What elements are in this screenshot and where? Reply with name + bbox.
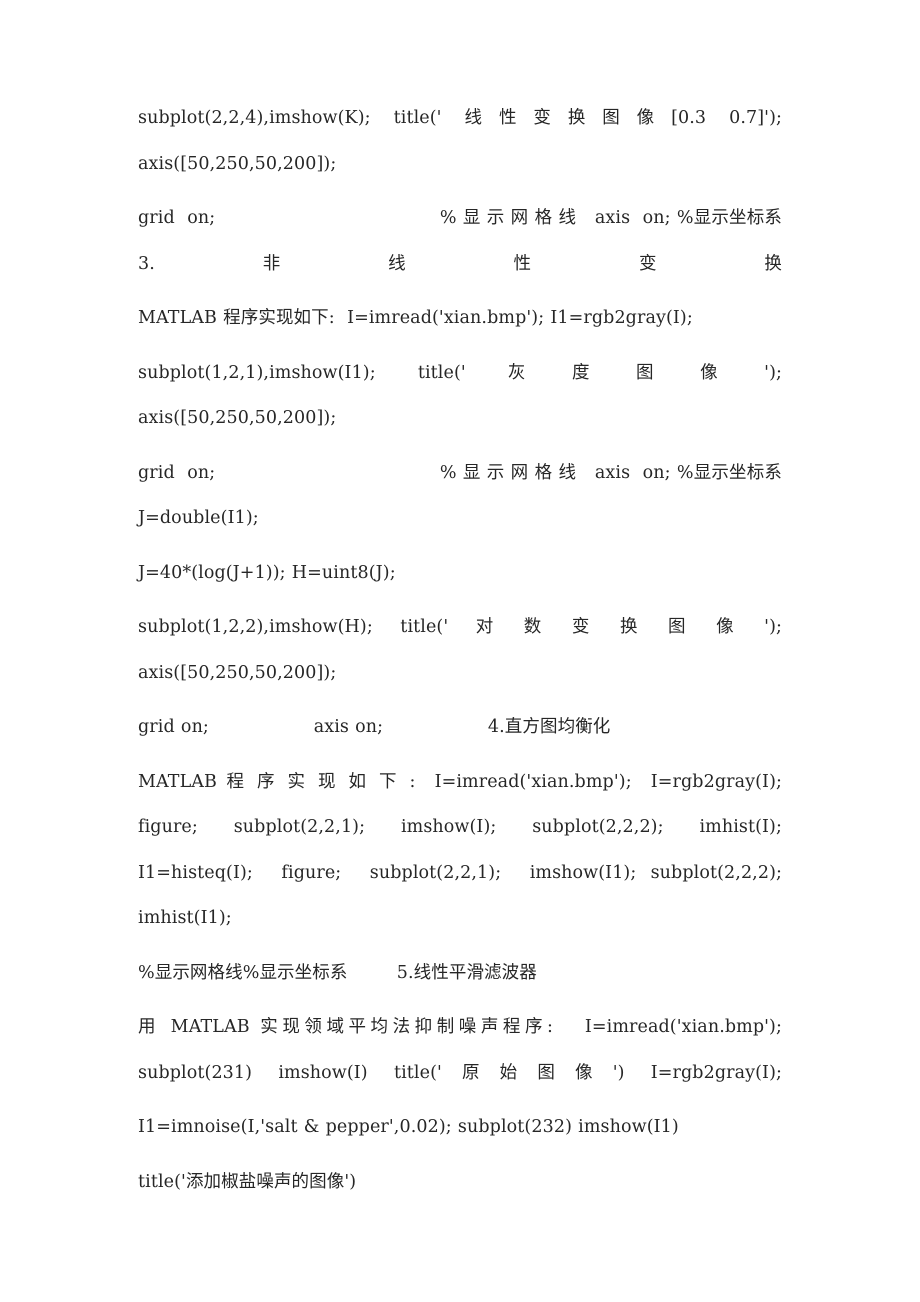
paragraph: I1=imnoise(I,'salt & pepper',0.02); subp… bbox=[138, 1117, 679, 1137]
paragraph: grid on; % 显 示 网 格 线 axis on; %显示坐标系 J=d… bbox=[138, 462, 789, 529]
paragraph: 用 MATLAB 实现领域平均法抑制噪声程序: I=imread('xian.b… bbox=[138, 1017, 789, 1083]
paragraph: %显示网格线%显示坐标系 5.线性平滑滤波器 bbox=[138, 962, 537, 983]
paragraph: subplot(1,2,2),imshow(H); title(' 对 数 变 … bbox=[138, 617, 795, 683]
document-page: subplot(2,2,4),imshow(K); title(' 线 性 变 … bbox=[0, 0, 920, 1302]
paragraph: title('添加椒盐噪声的图像') bbox=[138, 1171, 357, 1192]
paragraph: J=40*(log(J+1)); H=uint8(J); bbox=[138, 562, 396, 583]
paragraph: MATLAB 程 序 实 现 如 下 : I=imread('xian.bmp'… bbox=[138, 771, 789, 929]
paragraph: subplot(1,2,1),imshow(I1); title(' 灰 度 图… bbox=[138, 362, 795, 429]
paragraph: grid on; % 显 示 网 格 线 axis on; %显示坐标系 3.非… bbox=[138, 208, 789, 274]
paragraph: MATLAB 程序实现如下: I=imread('xian.bmp'); I1=… bbox=[138, 308, 693, 328]
document-body: subplot(2,2,4),imshow(K); title(' 线 性 变 … bbox=[138, 96, 782, 1205]
paragraph: subplot(2,2,4),imshow(K); title(' 线 性 变 … bbox=[138, 108, 795, 174]
paragraph: grid on; axis on; 4.直方图均衡化 bbox=[138, 717, 611, 737]
